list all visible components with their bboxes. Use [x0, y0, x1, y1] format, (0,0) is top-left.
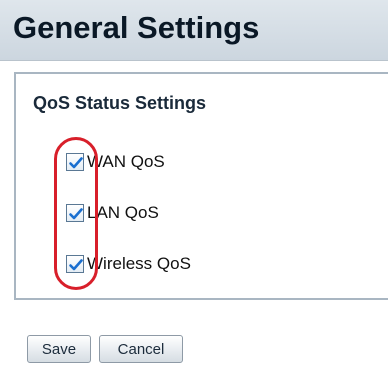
general-settings-page: General Settings QoS Status Settings WAN…: [0, 0, 388, 372]
page-header: General Settings: [0, 0, 388, 61]
cancel-button[interactable]: Cancel: [99, 335, 183, 363]
save-button[interactable]: Save: [27, 335, 91, 363]
wireless-qos-label: Wireless QoS: [87, 254, 191, 273]
wan-qos-checkbox[interactable]: [66, 153, 84, 171]
checkmark-icon: [69, 208, 83, 220]
qos-section-title: QoS Status Settings: [33, 93, 207, 113]
lan-qos-label: LAN QoS: [87, 203, 159, 222]
page-title: General Settings: [13, 10, 260, 45]
wan-qos-label: WAN QoS: [87, 152, 165, 171]
wireless-qos-option: Wireless QoS: [66, 252, 191, 276]
lan-qos-checkbox[interactable]: [66, 204, 84, 222]
lan-qos-option: LAN QoS: [66, 201, 159, 225]
wireless-qos-checkbox[interactable]: [66, 255, 84, 273]
wan-qos-option: WAN QoS: [66, 150, 165, 174]
checkmark-icon: [69, 157, 83, 169]
checkmark-icon: [69, 259, 83, 271]
